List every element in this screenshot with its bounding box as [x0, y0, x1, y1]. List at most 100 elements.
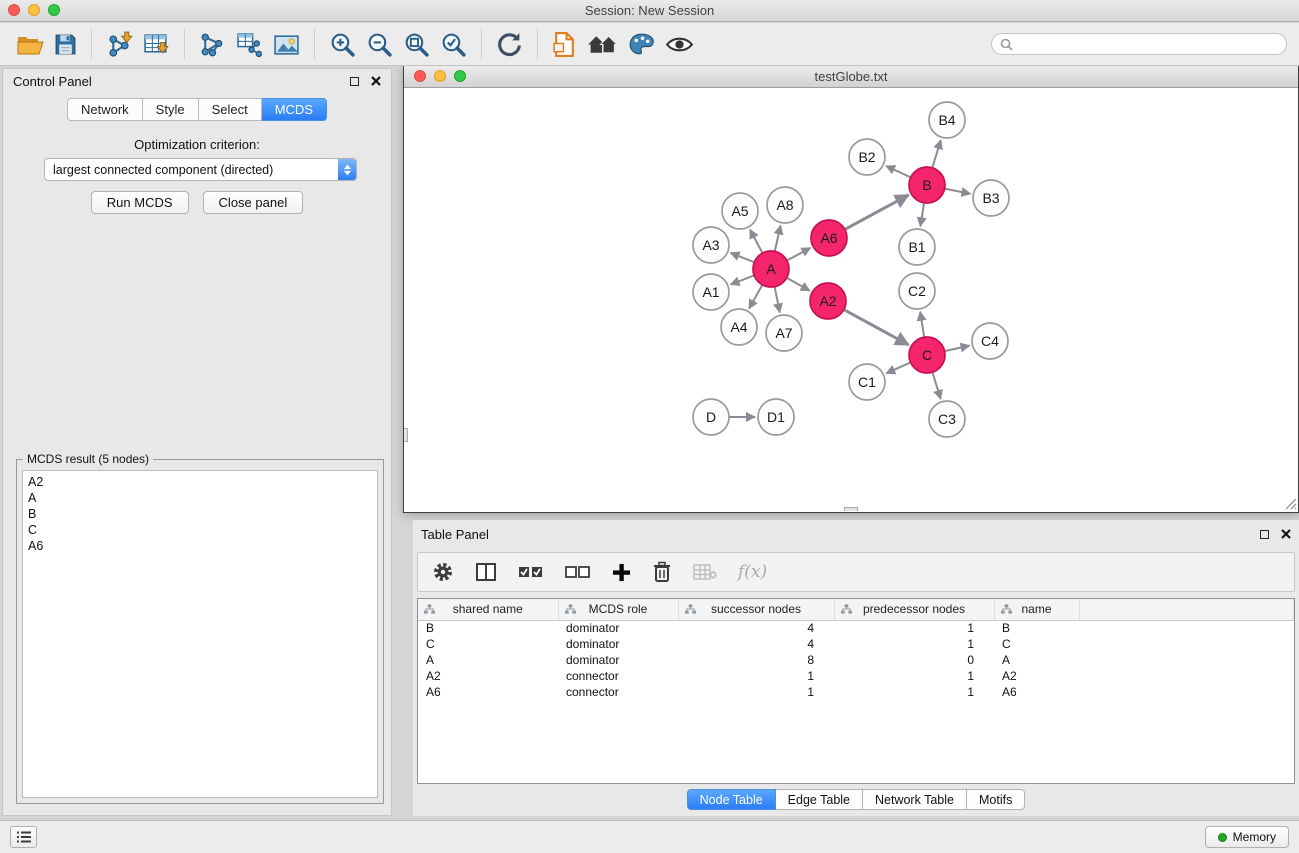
graph-edge[interactable]: [932, 372, 940, 399]
mcds-result-list[interactable]: A2ABCA6: [22, 470, 378, 798]
graph-node-A8[interactable]: A8: [767, 187, 803, 223]
graph-edge[interactable]: [920, 203, 924, 227]
show-columns-button[interactable]: [475, 562, 497, 582]
graph-edge[interactable]: [775, 226, 781, 252]
graph-node-A2[interactable]: A2: [810, 283, 846, 319]
table-tab-node-table[interactable]: Node Table: [687, 789, 776, 810]
new-network-table-button[interactable]: [231, 29, 268, 60]
graph-edge[interactable]: [886, 166, 911, 178]
table-row[interactable]: Cdominator41C: [418, 636, 1294, 652]
float-table-panel-icon[interactable]: [1260, 530, 1269, 539]
graph-edge[interactable]: [845, 195, 909, 229]
graph-node-C2[interactable]: C2: [899, 273, 935, 309]
close-network-window-button[interactable]: [414, 70, 426, 82]
minimize-window-button[interactable]: [28, 4, 40, 16]
network-canvas[interactable]: B4B2BB3A5A8A6B1A3AC2A1A2A4A7C4CC1C3DD1: [404, 88, 1298, 511]
save-session-button[interactable]: [49, 31, 82, 58]
table-tab-motifs[interactable]: Motifs: [967, 789, 1025, 810]
zoom-window-button[interactable]: [48, 4, 60, 16]
graph-edge[interactable]: [787, 248, 811, 261]
paste-document-button[interactable]: [547, 29, 582, 60]
search-input[interactable]: [1018, 37, 1278, 51]
graph-node-B2[interactable]: B2: [849, 139, 885, 175]
node-table[interactable]: shared nameMCDS rolesuccessor nodesprede…: [417, 598, 1295, 784]
result-item[interactable]: A: [28, 490, 372, 506]
graph-edge[interactable]: [787, 278, 810, 291]
column-header-name[interactable]: name: [994, 599, 1079, 620]
close-panel-icon[interactable]: [371, 76, 381, 86]
zoom-in-button[interactable]: [324, 29, 361, 60]
task-history-button[interactable]: [10, 826, 37, 848]
table-row[interactable]: Bdominator41B: [418, 620, 1294, 636]
close-window-button[interactable]: [8, 4, 20, 16]
zoom-fit-button[interactable]: [398, 29, 435, 60]
eye-button[interactable]: [660, 32, 699, 57]
graph-edge[interactable]: [844, 310, 909, 345]
control-tab-mcds[interactable]: MCDS: [262, 98, 327, 121]
home-button[interactable]: [582, 30, 623, 59]
zoom-network-window-button[interactable]: [454, 70, 466, 82]
select-all-button[interactable]: [518, 563, 544, 581]
graph-edge[interactable]: [775, 287, 780, 313]
graph-edge[interactable]: [731, 253, 755, 262]
style-palette-button[interactable]: [623, 30, 660, 59]
column-header-mcds-role[interactable]: MCDS role: [558, 599, 678, 620]
graph-node-A[interactable]: A: [753, 251, 789, 287]
column-header-predecessor-nodes[interactable]: predecessor nodes: [834, 599, 994, 620]
table-tab-network-table[interactable]: Network Table: [863, 789, 967, 810]
splitter-handle[interactable]: [844, 507, 858, 511]
graph-node-A5[interactable]: A5: [722, 193, 758, 229]
graph-node-A6[interactable]: A6: [811, 220, 847, 256]
search-box[interactable]: [991, 33, 1287, 55]
graph-node-A7[interactable]: A7: [766, 315, 802, 351]
table-row[interactable]: Adominator80A: [418, 652, 1294, 668]
network-window-titlebar[interactable]: testGlobe.txt: [404, 66, 1298, 88]
splitter-handle[interactable]: [404, 428, 408, 442]
graph-node-B4[interactable]: B4: [929, 102, 965, 138]
export-network-button[interactable]: [194, 29, 231, 60]
control-tab-network[interactable]: Network: [67, 98, 143, 121]
memory-button[interactable]: Memory: [1205, 826, 1289, 848]
graph-edge[interactable]: [945, 189, 971, 194]
float-panel-icon[interactable]: [350, 77, 359, 86]
table-row[interactable]: A6connector11A6: [418, 684, 1294, 700]
control-tab-select[interactable]: Select: [199, 98, 262, 121]
result-item[interactable]: A6: [28, 538, 372, 554]
graph-edge[interactable]: [750, 230, 763, 254]
graph-edge[interactable]: [920, 312, 924, 338]
table-row[interactable]: A2connector11A2: [418, 668, 1294, 684]
optimization-criterion-select[interactable]: largest connected component (directed): [44, 158, 357, 181]
import-network-button[interactable]: [101, 29, 138, 60]
add-column-button[interactable]: [612, 563, 631, 582]
import-table-button[interactable]: [138, 29, 175, 60]
graph-node-C1[interactable]: C1: [849, 364, 885, 400]
result-item[interactable]: A2: [28, 474, 372, 490]
zoom-selected-button[interactable]: [435, 29, 472, 60]
graph-node-B1[interactable]: B1: [899, 229, 935, 265]
export-image-button[interactable]: [268, 30, 305, 59]
close-panel-button[interactable]: Close panel: [203, 191, 304, 214]
graph-edge[interactable]: [945, 346, 970, 352]
zoom-out-button[interactable]: [361, 29, 398, 60]
refresh-button[interactable]: [491, 29, 528, 60]
graph-edge[interactable]: [886, 362, 910, 373]
graph-node-B3[interactable]: B3: [973, 180, 1009, 216]
graph-node-A4[interactable]: A4: [721, 309, 757, 345]
close-table-panel-icon[interactable]: [1281, 529, 1291, 539]
graph-edge[interactable]: [749, 285, 762, 309]
column-header-successor-nodes[interactable]: successor nodes: [678, 599, 834, 620]
network-graph[interactable]: B4B2BB3A5A8A6B1A3AC2A1A2A4A7C4CC1C3DD1: [404, 88, 1298, 510]
deselect-all-button[interactable]: [565, 563, 591, 581]
graph-node-D[interactable]: D: [693, 399, 729, 435]
graph-node-B[interactable]: B: [909, 167, 945, 203]
graph-edge[interactable]: [731, 275, 755, 284]
minimize-network-window-button[interactable]: [434, 70, 446, 82]
resize-grip-icon[interactable]: [1283, 496, 1297, 510]
graph-node-A1[interactable]: A1: [693, 274, 729, 310]
graph-node-C[interactable]: C: [909, 337, 945, 373]
graph-node-D1[interactable]: D1: [758, 399, 794, 435]
delete-column-button[interactable]: [652, 561, 672, 583]
column-header-shared-name[interactable]: shared name: [418, 599, 558, 620]
graph-node-C3[interactable]: C3: [929, 401, 965, 437]
table-settings-button[interactable]: [432, 561, 454, 583]
